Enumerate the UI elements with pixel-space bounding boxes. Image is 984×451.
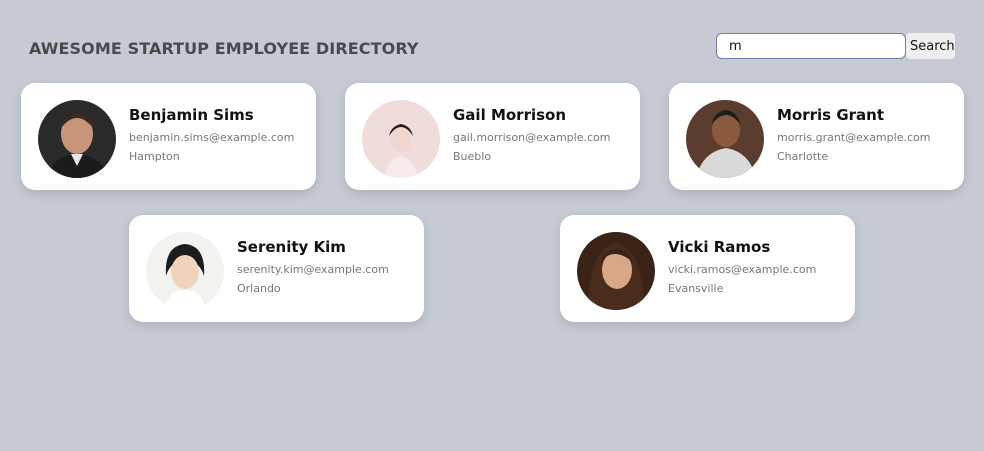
- avatar: [577, 232, 655, 310]
- employee-email: serenity.kim@example.com: [237, 263, 389, 276]
- employee-card[interactable]: Serenity Kim serenity.kim@example.com Or…: [129, 215, 424, 322]
- employee-name: Gail Morrison: [453, 106, 567, 124]
- employee-name: Vicki Ramos: [668, 238, 771, 256]
- directory-page: AWESOME STARTUP EMPLOYEE DIRECTORY Searc…: [0, 0, 984, 451]
- avatar: [362, 100, 440, 178]
- employee-email: gail.morrison@example.com: [453, 131, 611, 144]
- page-title: AWESOME STARTUP EMPLOYEE DIRECTORY: [29, 39, 419, 58]
- employee-city: Charlotte: [777, 150, 829, 163]
- employee-name: Serenity Kim: [237, 238, 346, 256]
- employee-card[interactable]: Vicki Ramos vicki.ramos@example.com Evan…: [560, 215, 855, 322]
- employee-card[interactable]: Benjamin Sims benjamin.sims@example.com …: [21, 83, 316, 190]
- search-form: Search: [716, 33, 955, 59]
- employee-city: Bueblo: [453, 150, 492, 163]
- search-input[interactable]: [716, 33, 906, 59]
- employee-email: morris.grant@example.com: [777, 131, 931, 144]
- employee-card[interactable]: Morris Grant morris.grant@example.com Ch…: [669, 83, 964, 190]
- employee-city: Evansville: [668, 282, 724, 295]
- employee-name: Morris Grant: [777, 106, 884, 124]
- employee-city: Orlando: [237, 282, 281, 295]
- employee-city: Hampton: [129, 150, 180, 163]
- employee-email: benjamin.sims@example.com: [129, 131, 295, 144]
- search-button[interactable]: Search: [906, 33, 955, 59]
- employee-card[interactable]: Gail Morrison gail.morrison@example.com …: [345, 83, 640, 190]
- avatar: [146, 232, 224, 310]
- avatar: [686, 100, 764, 178]
- employee-name: Benjamin Sims: [129, 106, 254, 124]
- avatar: [38, 100, 116, 178]
- employee-email: vicki.ramos@example.com: [668, 263, 817, 276]
